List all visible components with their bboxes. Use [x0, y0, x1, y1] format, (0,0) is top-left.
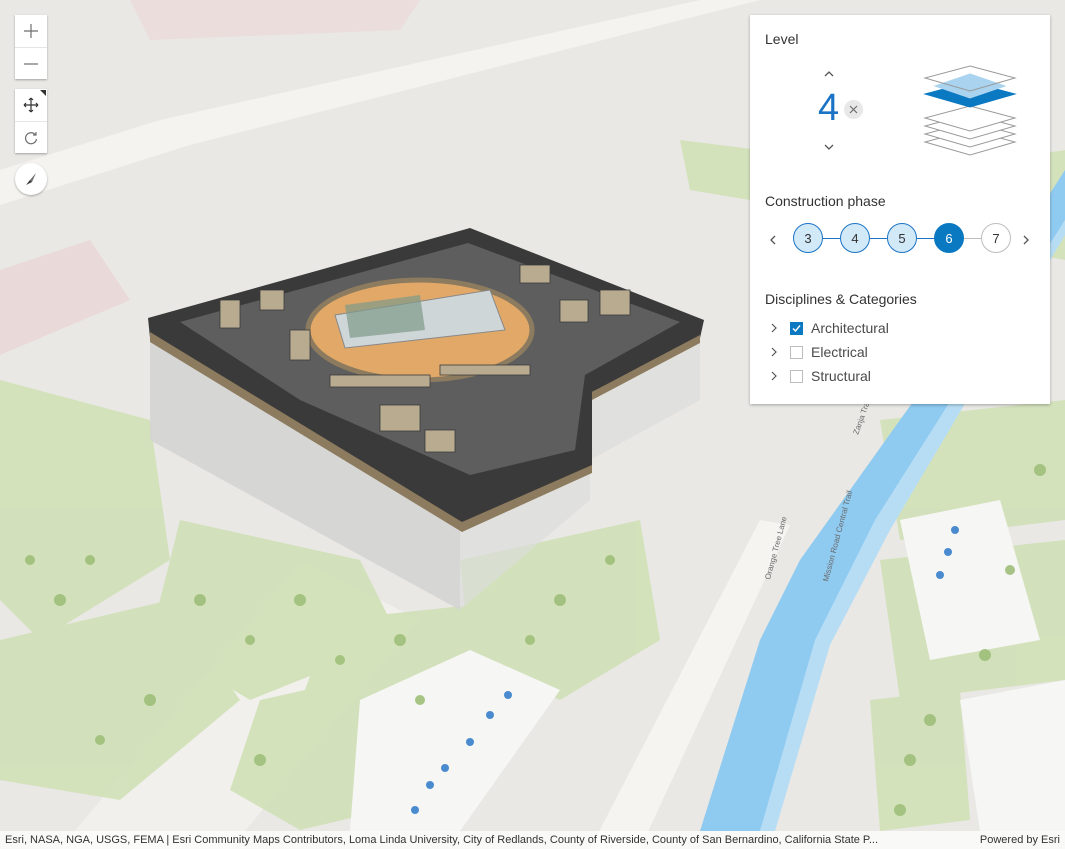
close-icon	[849, 105, 858, 114]
chevron-down-icon	[824, 144, 834, 150]
level-stack-icon	[923, 65, 1017, 156]
chevron-right-icon	[1023, 235, 1029, 245]
powered-by-esri-link[interactable]: Powered by Esri	[980, 834, 1060, 846]
chevron-right-icon	[771, 347, 777, 357]
expand-button[interactable]	[768, 371, 780, 381]
discipline-item-electrical: Electrical	[768, 342, 868, 362]
discipline-label: Structural	[811, 368, 871, 384]
phase-connector	[964, 238, 981, 239]
zoom-out-button[interactable]	[15, 47, 47, 79]
phase-connector	[870, 238, 887, 239]
move-arrows-icon	[23, 97, 39, 113]
zoom-controls	[15, 15, 47, 79]
phase-connector	[917, 238, 934, 239]
level-value: 4	[818, 87, 840, 129]
compass-icon	[26, 173, 36, 185]
level-title: Level	[765, 31, 799, 47]
phase-connector	[823, 238, 840, 239]
phase-prev-button[interactable]	[768, 233, 778, 251]
clear-level-button[interactable]	[844, 100, 863, 119]
phase-step-active[interactable]: 6	[934, 223, 964, 253]
disciplines-title: Disciplines & Categories	[765, 291, 917, 307]
rotate-button[interactable]	[15, 121, 47, 153]
rotate-icon	[24, 131, 38, 144]
discipline-item-structural: Structural	[768, 366, 871, 386]
chevron-up-icon	[824, 71, 834, 77]
phase-next-button[interactable]	[1021, 233, 1031, 251]
expand-button[interactable]	[768, 347, 780, 357]
discipline-label: Electrical	[811, 344, 868, 360]
discipline-label: Architectural	[811, 320, 889, 336]
menu-indicator-icon	[40, 90, 46, 96]
pan-button[interactable]	[15, 89, 47, 121]
chevron-right-icon	[771, 323, 777, 333]
expand-button[interactable]	[768, 323, 780, 333]
phase-step[interactable]: 4	[840, 223, 870, 253]
chevron-left-icon	[770, 235, 776, 245]
discipline-item-architectural: Architectural	[768, 318, 889, 338]
phase-step[interactable]: 3	[793, 223, 823, 253]
level-up-button[interactable]	[823, 66, 835, 84]
navigation-controls	[15, 89, 47, 153]
minus-icon	[24, 62, 38, 65]
compass-button[interactable]	[15, 163, 47, 195]
construction-phase-title: Construction phase	[765, 193, 886, 209]
checkbox[interactable]	[790, 369, 803, 383]
checkbox[interactable]	[790, 321, 803, 335]
attribution-text[interactable]: Esri, NASA, NGA, USGS, FEMA | Esri Commu…	[5, 834, 970, 846]
level-down-button[interactable]	[823, 139, 835, 157]
phase-step[interactable]: 7	[981, 223, 1011, 253]
checkmark-icon	[792, 324, 801, 332]
map-attribution: Esri, NASA, NGA, USGS, FEMA | Esri Commu…	[0, 831, 1065, 849]
plus-icon	[24, 24, 38, 38]
phase-step[interactable]: 5	[887, 223, 917, 253]
checkbox[interactable]	[790, 345, 803, 359]
chevron-right-icon	[771, 371, 777, 381]
zoom-in-button[interactable]	[15, 15, 47, 47]
